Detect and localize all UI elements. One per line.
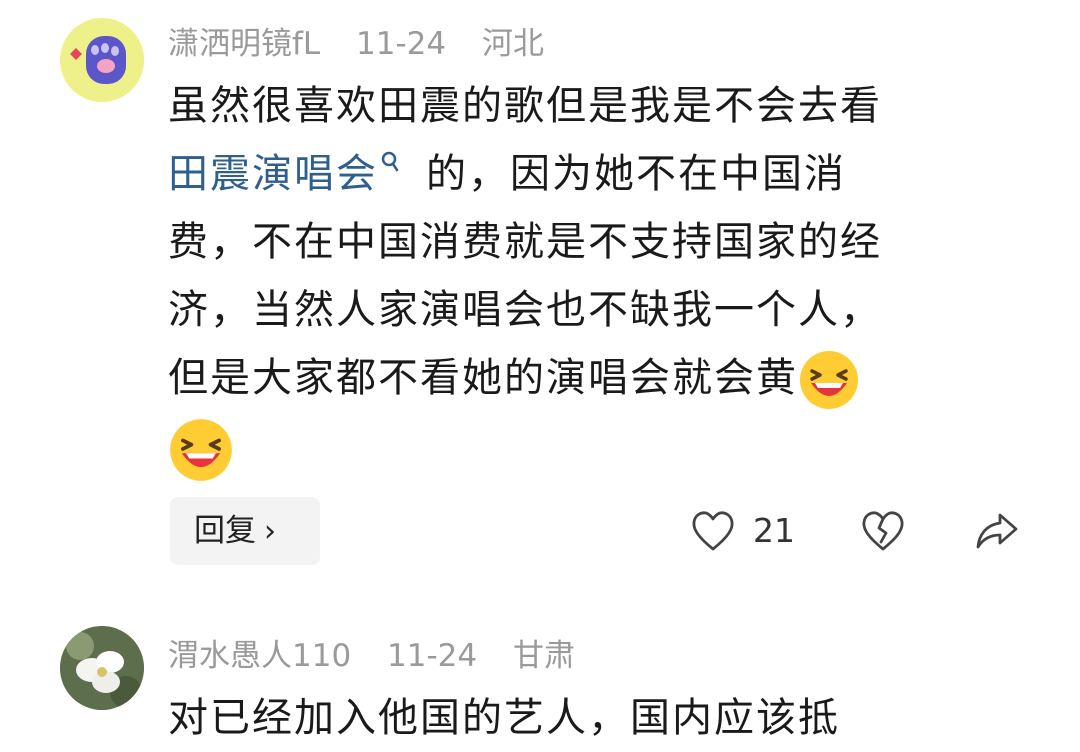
username[interactable]: 潇洒明镜fL: [168, 26, 320, 62]
comment-line: 田震演唱会 的，因为她不在中国消: [168, 140, 998, 208]
laughing-emoji-icon: [800, 351, 858, 409]
reply-button[interactable]: 回复 ›: [170, 497, 320, 565]
flower-avatar-icon: [60, 626, 144, 710]
comment-line: 济，当然人家演唱会也不缺我一个人，: [168, 287, 882, 333]
comment-text: 虽然很喜欢田震的歌但是我是不会去看 田震演唱会 的，因为她不在中国消 费，不在中国…: [168, 72, 998, 483]
reply-label: 回复: [194, 513, 256, 549]
heart-icon[interactable]: [690, 509, 736, 553]
search-link[interactable]: 田震演唱会: [168, 151, 378, 197]
comment-meta: 渭水愚人110 11-24 甘肃: [168, 630, 601, 675]
comment-line: [168, 414, 998, 483]
laughing-emoji-icon: [170, 419, 232, 481]
comment-text-segment: 的，因为她不在中国消: [426, 151, 846, 197]
comment-date: 11-24: [356, 26, 447, 62]
comment-location: 河北: [482, 26, 544, 62]
user-avatar[interactable]: [60, 18, 144, 102]
user-avatar[interactable]: [60, 626, 144, 710]
comment-line: 虽然很喜欢田震的歌但是我是不会去看: [168, 83, 882, 129]
comment-location: 甘肃: [512, 638, 575, 674]
comment-1: 潇洒明镜fL 11-24 河北 虽然很喜欢田震的歌但是我是不会去看 田震演唱会 的…: [0, 0, 1080, 600]
comment-date: 11-24: [387, 638, 478, 674]
comment-meta: 潇洒明镜fL 11-24 河北: [168, 18, 570, 63]
search-icon[interactable]: [380, 151, 400, 173]
comment-line: 费，不在中国消费就是不支持国家的经: [168, 219, 882, 265]
comment-line: 但是大家都不看她的演唱会就会黄: [168, 344, 998, 412]
paw-avatar-icon: [60, 18, 144, 102]
like-count: 21: [753, 511, 795, 550]
chevron-right-icon: ›: [264, 514, 276, 549]
broken-heart-icon[interactable]: [860, 509, 906, 553]
comment-text: 对已经加入他国的艺人，国内应该抵: [168, 684, 998, 752]
comment-line: 对已经加入他国的艺人，国内应该抵: [168, 695, 840, 741]
comment-2: 渭水愚人110 11-24 甘肃 对已经加入他国的艺人，国内应该抵: [0, 600, 1080, 741]
comment-text-segment: 但是大家都不看她的演唱会就会黄: [168, 355, 798, 401]
username[interactable]: 渭水愚人110: [168, 638, 351, 674]
share-icon[interactable]: [974, 509, 1020, 553]
